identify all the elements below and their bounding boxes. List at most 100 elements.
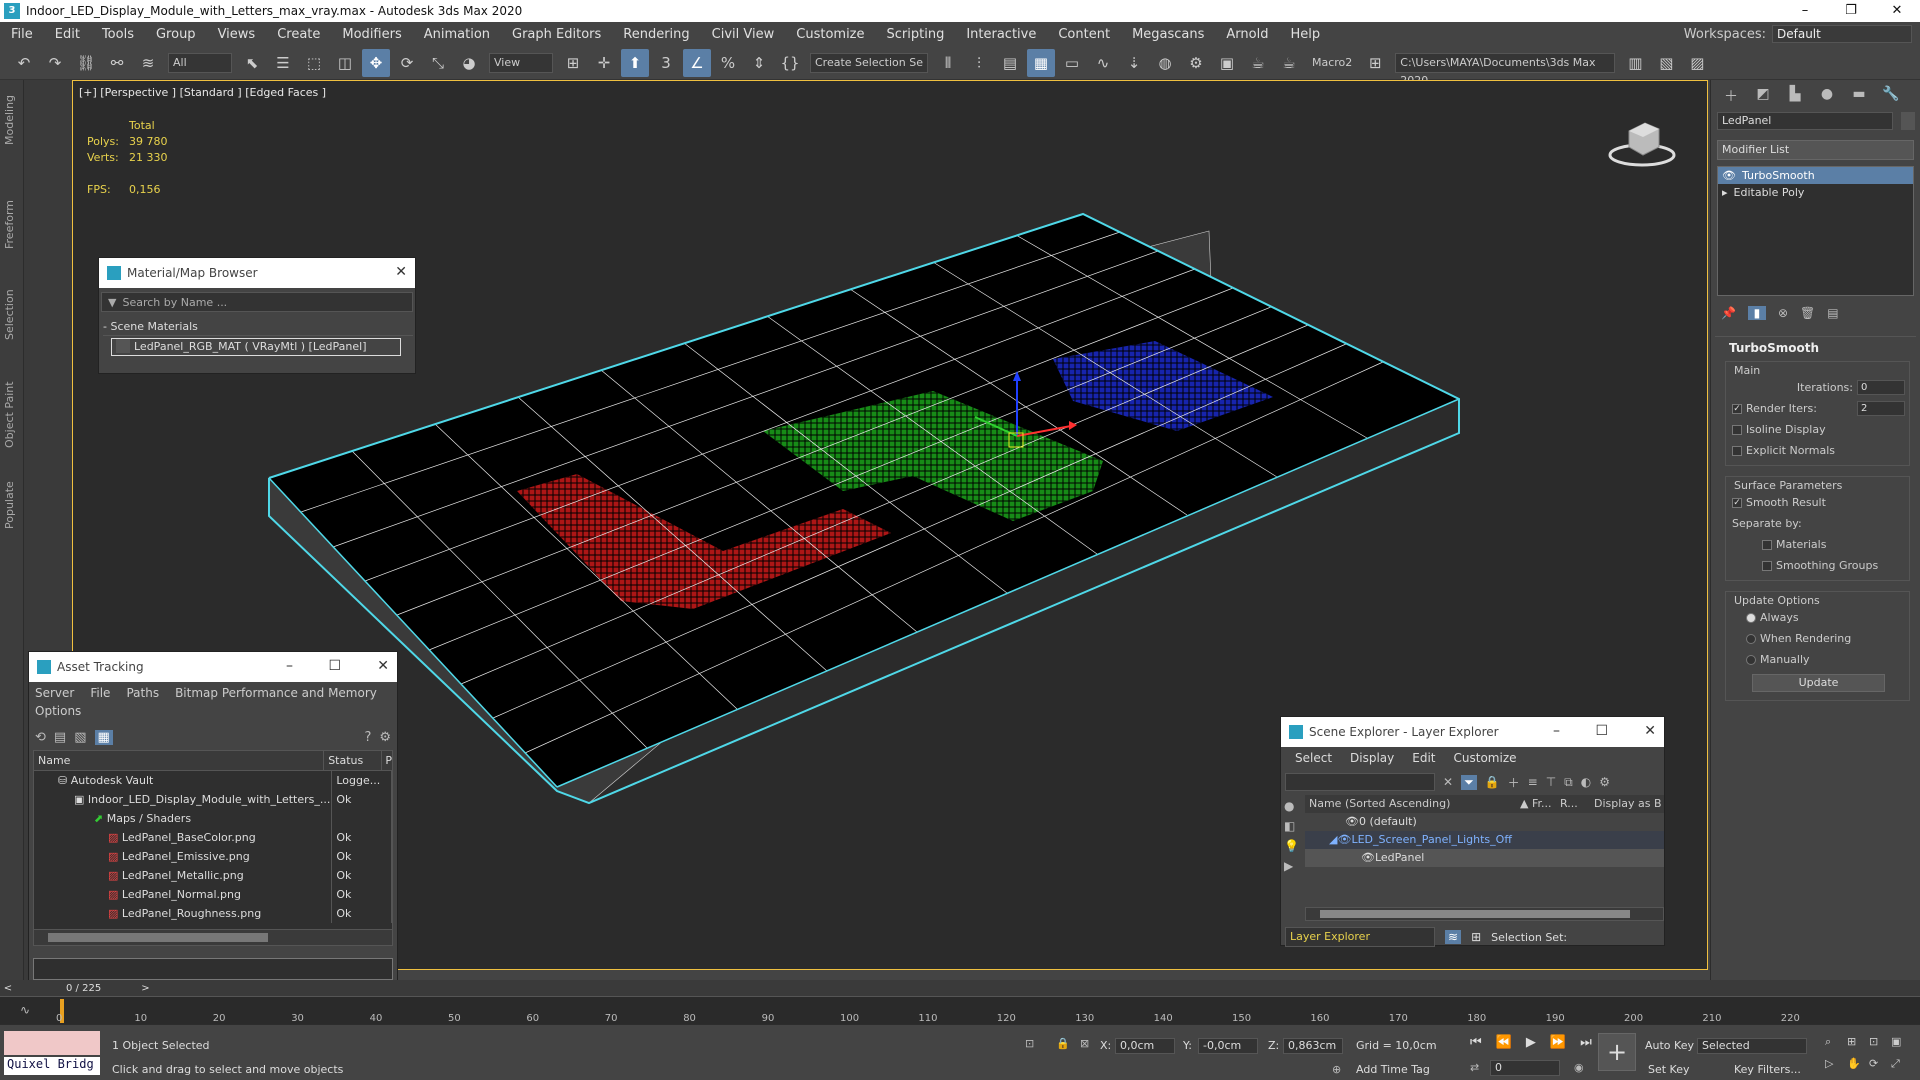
next-key-icon[interactable]: ⏩ — [1550, 1035, 1566, 1050]
rotate-icon[interactable]: ⟳ — [393, 49, 421, 77]
col-name[interactable]: Name — [34, 751, 325, 770]
eye-icon[interactable]: 👁 — [1361, 849, 1375, 867]
remove-modifier-icon[interactable]: 🗑 — [1800, 306, 1815, 320]
explorer-type-dropdown[interactable]: Layer Explorer — [1285, 927, 1435, 947]
pan-icon[interactable]: ✋ — [1847, 1057, 1869, 1071]
close-icon[interactable]: ✕ — [1644, 723, 1656, 739]
always-radio[interactable] — [1746, 612, 1756, 623]
project-folder-icon[interactable]: ▥ — [1621, 49, 1649, 77]
quixel-bridge-field[interactable]: Quixel Bridg — [4, 1057, 100, 1075]
layers-toggle-icon[interactable]: ≋ — [1445, 930, 1462, 944]
make-unique-icon[interactable]: ⊗ — [1778, 306, 1788, 320]
maximize-icon[interactable]: ☐ — [1595, 723, 1608, 739]
create-selection-set-dropdown[interactable]: Create Selection Se — [810, 52, 928, 73]
material-search[interactable]: ▼ Search by Name ... — [101, 292, 413, 312]
menu-graph-editors[interactable]: Graph Editors — [501, 27, 612, 42]
layer-row[interactable]: 👁 0 (default) — [1305, 813, 1664, 831]
close-button[interactable]: ✕ — [1874, 0, 1920, 22]
eye-icon[interactable]: 👁 — [1722, 167, 1736, 184]
table-row[interactable]: ⬈ Maps / Shaders — [34, 809, 392, 828]
help-icon[interactable]: ? — [364, 730, 371, 745]
horizontal-scrollbar[interactable] — [34, 929, 392, 945]
menu-help[interactable]: Help — [1279, 27, 1331, 42]
material-browser-titlebar[interactable]: Material/Map Browser ✕ — [99, 258, 415, 288]
isoline-checkbox[interactable] — [1732, 424, 1742, 435]
next-frame-icon[interactable]: > — [141, 983, 149, 994]
options-icon[interactable]: ⚙ — [1599, 775, 1610, 789]
menu-edit[interactable]: Edit — [1412, 751, 1435, 765]
materials-checkbox[interactable] — [1762, 539, 1772, 550]
rect-selection-icon[interactable]: ⬚ — [300, 49, 328, 77]
viewcube-icon[interactable] — [1607, 111, 1677, 171]
scene-explorer-titlebar[interactable]: Scene Explorer - Layer Explorer – ☐ ✕ — [1281, 717, 1664, 747]
y-coordinate[interactable]: -0,0cm — [1198, 1038, 1258, 1054]
close-icon[interactable]: ✕ — [395, 264, 407, 280]
set-key-button[interactable]: Set Key — [1648, 1063, 1690, 1076]
layer-row[interactable]: 👁 LedPanel — [1305, 849, 1664, 867]
tab-populate[interactable]: Populate — [3, 470, 21, 540]
macro-icon[interactable]: ⊞ — [1361, 49, 1389, 77]
explicit-normals-checkbox[interactable] — [1732, 445, 1742, 456]
curve-editor-mini-icon[interactable]: ∿ — [20, 1003, 30, 1017]
select-by-name-icon[interactable]: ☰ — [269, 49, 297, 77]
spinner-snap-icon[interactable]: ⇕ — [745, 49, 773, 77]
col-render[interactable]: R... — [1560, 795, 1594, 813]
material-item[interactable]: LedPanel_RGB_MAT ( VRayMtl ) [LedPanel] — [111, 338, 401, 356]
angle-snap-icon[interactable]: ∠ — [683, 48, 711, 77]
placement-icon[interactable]: ◕ — [455, 49, 483, 77]
render-setup-icon[interactable]: ⚙ — [1182, 49, 1210, 77]
rendered-frame-window-icon[interactable]: ▣ — [1213, 49, 1241, 77]
create-tab-icon[interactable]: ＋ — [1717, 86, 1745, 106]
frame-indicator[interactable]: 0 / 225 — [66, 983, 101, 994]
menu-animation[interactable]: Animation — [413, 27, 501, 42]
layer-explorer-icon[interactable]: ▦ — [1027, 48, 1055, 77]
ribbon-icon[interactable]: ▭ — [1058, 49, 1086, 77]
auto-key-button[interactable]: Auto Key — [1645, 1039, 1694, 1052]
zoom-extents-icon[interactable]: ⊡ — [1869, 1035, 1891, 1049]
tab-freeform[interactable]: Freeform — [3, 190, 21, 260]
bind-space-warp-icon[interactable]: ≋ — [134, 49, 162, 77]
table-row[interactable]: ▨ LedPanel_Roughness.png Ok — [34, 904, 392, 923]
smoothing-groups-checkbox[interactable] — [1762, 560, 1772, 571]
current-frame-field[interactable]: 0 — [1490, 1060, 1560, 1076]
menu-bitmap[interactable]: Bitmap Performance and Memory — [175, 686, 377, 700]
ref-coord-dropdown[interactable]: View — [489, 52, 553, 73]
menu-customize[interactable]: Customize — [1454, 751, 1517, 765]
hierarchy-icon[interactable]: ⊤ — [1546, 775, 1556, 789]
scale-icon[interactable]: ⤡ — [424, 49, 452, 77]
link-icon[interactable]: ⛓ — [72, 49, 100, 77]
key-mode-dropdown[interactable]: Selected — [1697, 1038, 1807, 1054]
selection-lock-icon[interactable]: 🔒 — [1056, 1037, 1070, 1050]
window-crossing-icon[interactable]: ◫ — [331, 49, 359, 77]
table-row[interactable]: ▣ Indoor_LED_Display_Module_with_Letters… — [34, 790, 392, 809]
col-name[interactable]: Name (Sorted Ascending) — [1305, 795, 1520, 813]
maximize-icon[interactable]: ☐ — [328, 658, 341, 674]
zoom-all-icon[interactable]: ⊞ — [1847, 1035, 1869, 1049]
menu-file[interactable]: File — [90, 686, 110, 700]
menu-tools[interactable]: Tools — [91, 27, 145, 42]
x-coordinate[interactable]: 0,0cm — [1115, 1038, 1175, 1054]
asset-path-field[interactable] — [33, 958, 393, 980]
new-layer-icon[interactable]: ＋ — [1508, 774, 1520, 791]
menu-display[interactable]: Display — [1350, 751, 1394, 765]
lock-icon[interactable]: 🔒 — [1485, 775, 1500, 789]
tab-object-paint[interactable]: Object Paint — [3, 370, 21, 460]
maxscript-listener[interactable] — [4, 1031, 100, 1055]
table-row[interactable]: ▨ LedPanel_Metallic.png Ok — [34, 866, 392, 885]
col-path[interactable]: P — [382, 751, 392, 770]
table-row[interactable]: ⛁ Autodesk Vault Logge... — [34, 771, 392, 790]
track-bar[interactable]: ∿ 0 10 20 30 40 50 60 70 80 90 100 110 120 130 140 150 1… — [0, 996, 1920, 1024]
settings-icon[interactable]: ⚙ — [379, 730, 391, 745]
eye-icon[interactable]: 👁 — [1345, 813, 1359, 831]
set-key-icon[interactable]: + — [1598, 1033, 1636, 1071]
sphere-icon[interactable]: ● — [1284, 799, 1302, 813]
col-status[interactable]: Status — [324, 751, 383, 770]
project-set-icon[interactable]: ▨ — [1683, 49, 1711, 77]
play-icon[interactable]: ▶ — [1526, 1035, 1536, 1050]
project-open-icon[interactable]: ▧ — [1652, 49, 1680, 77]
prev-frame-icon[interactable]: < — [0, 983, 16, 994]
render-iters-checkbox[interactable]: ✓ — [1732, 403, 1742, 414]
layer-row[interactable]: ◢ 👁 LED_Screen_Panel_Lights_Off — [1305, 831, 1664, 849]
menu-customize[interactable]: Customize — [785, 27, 875, 42]
hierarchy-tab-icon[interactable]: ▙ — [1781, 86, 1809, 106]
